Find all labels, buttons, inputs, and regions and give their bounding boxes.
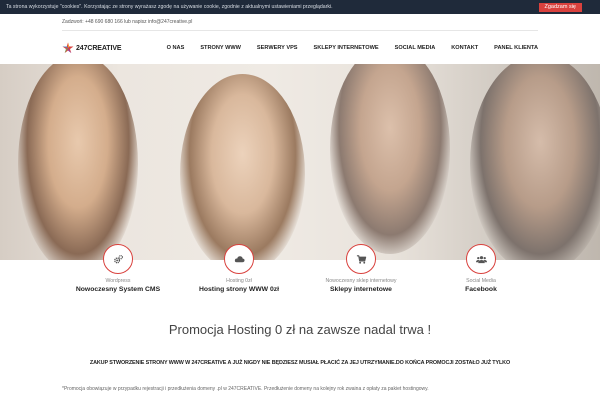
feature-circle [466, 244, 496, 274]
feature-sub: Wordpress [105, 278, 131, 284]
users-icon [475, 255, 487, 263]
promo-line: ZAKUP STWORZENIE STRONY WWW W 247CREATIV… [89, 360, 511, 366]
feature-social[interactable]: Social Media Facebook [421, 244, 541, 293]
features-row: Wordpress Nowoczesny System CMS Hosting … [0, 244, 600, 304]
site-logo[interactable]: 247CREATIVE [62, 42, 122, 54]
cookie-text: Ta strona wykorzystuje "cookies". Korzys… [6, 4, 333, 10]
feature-title: Hosting strony WWW 0zł [198, 286, 280, 293]
cart-icon [356, 254, 366, 264]
main-nav: O NAS STRONY WWW SERWERY VPS SKLEPY INTE… [159, 42, 538, 54]
nav-item-o-nas[interactable]: O NAS [159, 45, 193, 51]
feature-hosting[interactable]: Hosting 0zł Hosting strony WWW 0zł [179, 244, 299, 293]
feature-cms[interactable]: Wordpress Nowoczesny System CMS [58, 244, 178, 293]
nav-item-serwery-vps[interactable]: SERWERY VPS [249, 45, 306, 51]
feature-title: Facebook [465, 286, 497, 293]
hero-person-right2 [470, 64, 600, 260]
feature-sub: Social Media [466, 278, 496, 284]
feature-shop[interactable]: Nowoczesny sklep internetowy Sklepy inte… [301, 244, 421, 293]
header-divider [62, 30, 538, 31]
nav-item-sklepy-internetowe[interactable]: SKLEPY INTERNETOWE [306, 45, 387, 51]
feature-title: Nowoczesny System CMS [75, 286, 161, 293]
hero-banner [0, 64, 600, 260]
feature-sub: Hosting 0zł [226, 278, 252, 284]
feature-sub: Nowoczesny sklep internetowy [325, 278, 397, 284]
nav-item-strony-www[interactable]: STRONY WWW [192, 45, 249, 51]
hero-person-left [18, 64, 138, 260]
star-logo-icon [62, 42, 74, 53]
feature-circle [346, 244, 376, 274]
cookie-accept-button[interactable]: Zgadzam się [538, 3, 582, 12]
nav-item-kontakt[interactable]: KONTAKT [443, 45, 486, 51]
gears-icon [113, 254, 123, 263]
hero-person-center [180, 74, 305, 260]
nav-item-panel-klienta[interactable]: PANEL KLIENTA [486, 45, 538, 51]
cloud-icon [234, 255, 245, 262]
promo-footnote: *Promocja obowiązuje w przypadku rejestr… [62, 386, 429, 392]
feature-circle [224, 244, 254, 274]
contact-info: Zadzwoń: +48 690 680 166 lub napisz info… [62, 19, 193, 25]
feature-circle [103, 244, 133, 274]
cookie-bar: Ta strona wykorzystuje "cookies". Korzys… [0, 0, 600, 14]
nav-item-social-media[interactable]: SOCIAL MEDIA [387, 45, 444, 51]
promo-title: Promocja Hosting 0 zł na zawsze nadal tr… [168, 322, 432, 337]
feature-title: Sklepy internetowe [330, 286, 392, 293]
logo-text: 247CREATIVE [76, 44, 122, 52]
